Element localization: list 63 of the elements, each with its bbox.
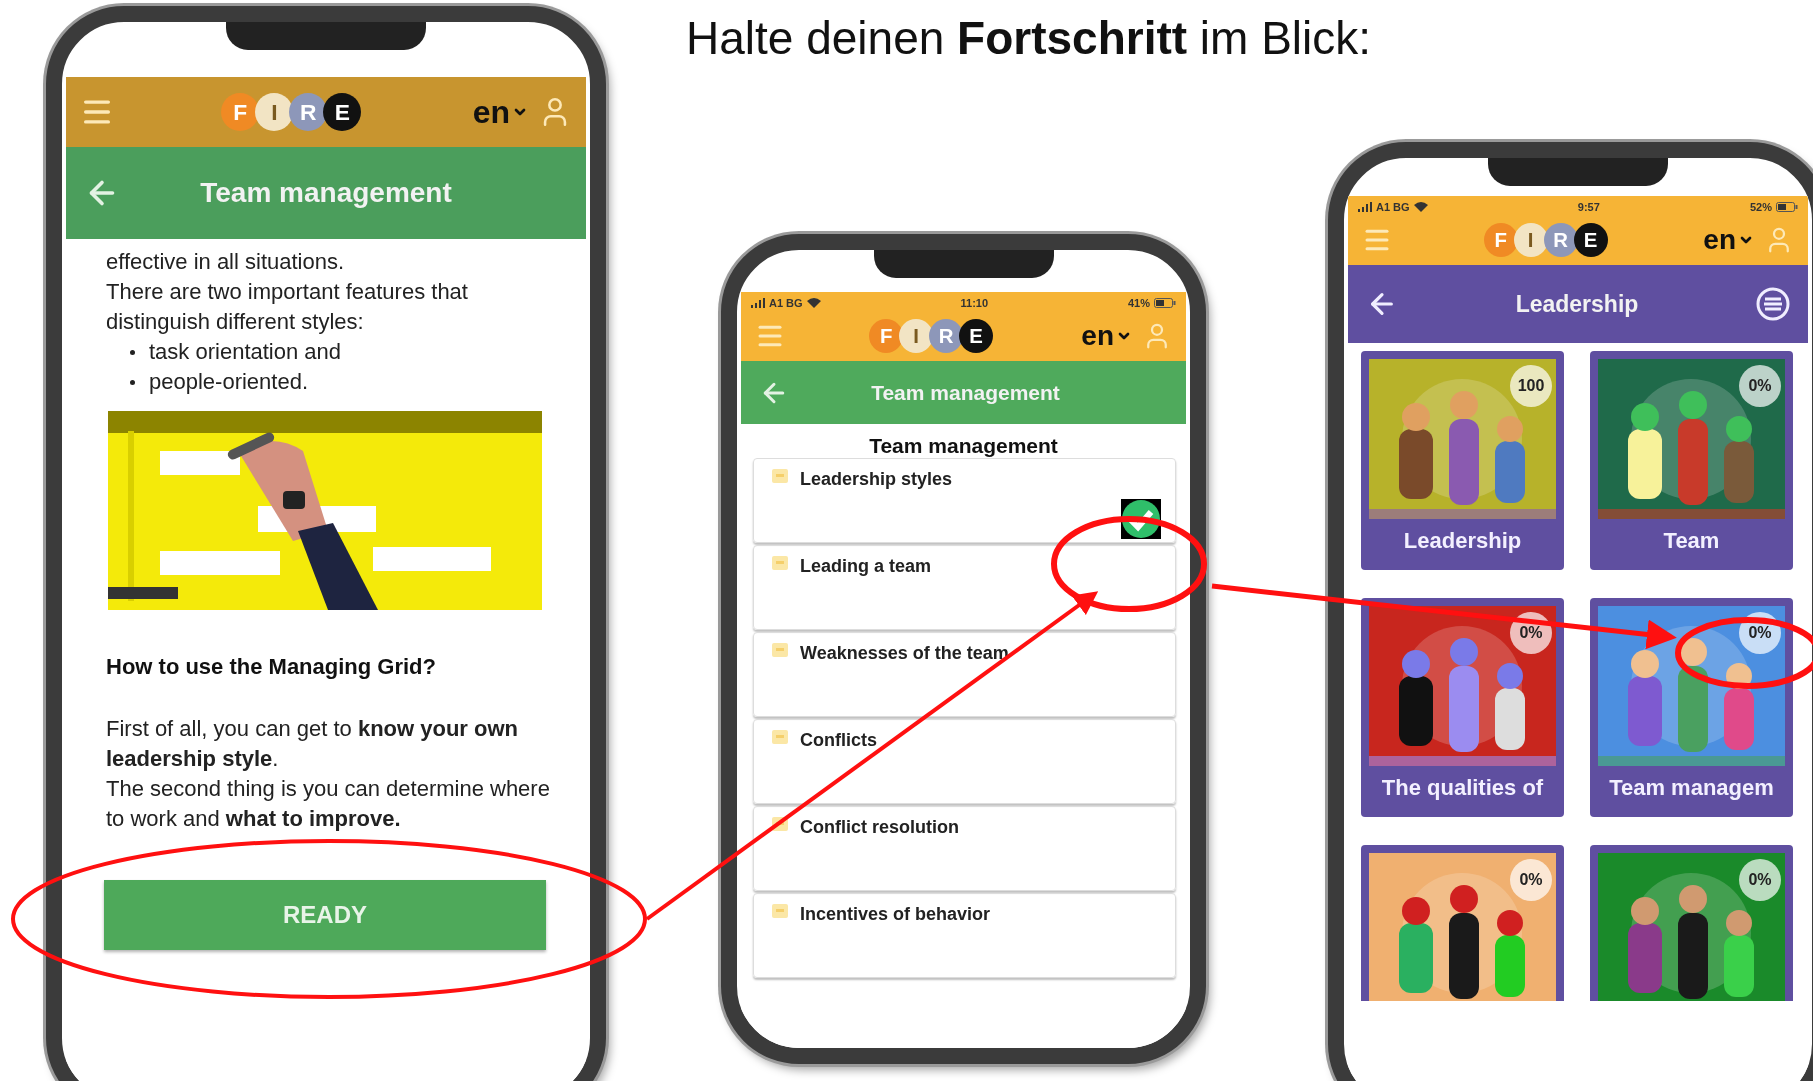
topic-label: Incentives of behavior [800, 904, 991, 925]
document-icon [772, 556, 788, 570]
logo-letter: E [1573, 223, 1608, 257]
bullet-text: people-oriented. [149, 368, 308, 396]
module-card[interactable]: 0% Team [1590, 351, 1793, 570]
topic-label: Weaknesses of the team [800, 643, 1009, 664]
battery-percent: 52% [1749, 201, 1772, 213]
logo-letter: E [323, 93, 362, 131]
signal-icon [1358, 202, 1372, 212]
module-card[interactable]: 100 Leadership [1361, 351, 1564, 570]
screen-title: Team management [199, 177, 453, 209]
signal-icon [751, 298, 765, 308]
body-text: The second thing is you can determine where to work and what to improve. [106, 775, 550, 833]
topic-item[interactable]: Conflict resolution [753, 806, 1176, 891]
logo-letter: I [1513, 223, 1548, 257]
topic-item[interactable]: Weaknesses of the team [753, 632, 1176, 717]
body-text: First of all, you can get to know your own leadership style. [106, 715, 520, 773]
body-text: There are two important features that distinguish different styles: [106, 278, 469, 336]
slide-title: Halte deinen Fortschritt im Blick: [686, 11, 1373, 66]
topic-item[interactable]: Leadership styles [753, 458, 1176, 543]
carrier-label: A1 BG [1376, 201, 1410, 213]
card-title: Team managem [1609, 774, 1774, 802]
screen-title: Leadership [1514, 290, 1640, 318]
clock-time: 9:57 [1577, 201, 1600, 213]
module-card[interactable]: 0% [1361, 845, 1564, 1001]
bullet-icon [130, 349, 135, 355]
battery-percent: 41% [1127, 297, 1150, 309]
body-text: effective in all situations. [106, 248, 346, 276]
topic-item[interactable]: Leading a team [753, 545, 1176, 630]
module-card[interactable]: 0% [1590, 845, 1793, 1001]
logo-letter: R [1543, 223, 1578, 257]
topic-item[interactable]: Conflicts [753, 719, 1176, 804]
language-selector[interactable]: en [472, 93, 528, 131]
wifi-icon [1413, 202, 1428, 212]
battery-icon [1154, 298, 1176, 308]
battery-icon [1776, 202, 1798, 212]
language-selector[interactable]: en [1081, 320, 1132, 352]
topic-item[interactable]: Incentives of behavior [753, 893, 1176, 978]
list-heading: Team management [868, 434, 1059, 458]
document-icon [772, 904, 788, 918]
card-title: Leadership [1403, 527, 1522, 555]
document-icon [772, 643, 788, 657]
bullet-text: task orientation and [149, 338, 342, 366]
module-card[interactable]: 0% Team managem [1590, 598, 1793, 817]
list-menu-icon[interactable] [1756, 287, 1790, 321]
document-icon [772, 730, 788, 744]
screen-title: Team management [870, 380, 1061, 405]
wifi-icon [806, 298, 821, 308]
bullet-icon [130, 379, 135, 385]
topic-label: Conflict resolution [800, 817, 959, 838]
clock-time: 11:10 [960, 297, 989, 309]
logo-letter: F [1483, 223, 1518, 257]
document-icon [772, 469, 788, 483]
card-title: The qualities of [1381, 774, 1544, 802]
card-title: Team [1663, 527, 1720, 555]
topic-label: Leading a team [800, 556, 932, 577]
language-selector[interactable]: en [1703, 224, 1754, 256]
topic-label: Leadership styles [800, 469, 953, 490]
carrier-label: A1 BG [769, 297, 803, 309]
section-heading: How to use the Managing Grid? [106, 654, 437, 680]
topic-label: Conflicts [800, 730, 877, 751]
logo-letter: E [959, 319, 994, 353]
module-card[interactable]: 0% The qualities of [1361, 598, 1564, 817]
